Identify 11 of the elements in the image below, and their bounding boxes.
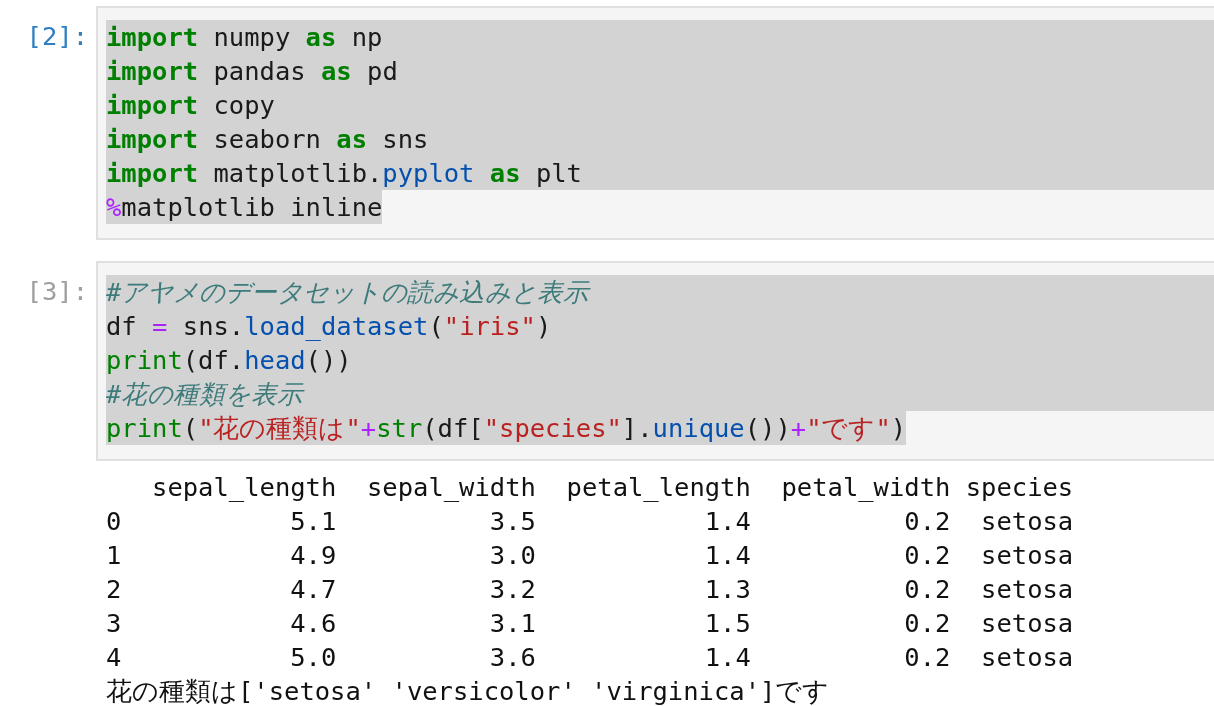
cell-prompt: [3]: [25, 275, 89, 308]
output-line: 1 4.9 3.0 1.4 0.2 setosa [106, 539, 1075, 572]
output-line: 2 4.7 3.2 1.3 0.2 setosa [106, 573, 1075, 606]
output-line: 0 5.1 3.5 1.4 0.2 setosa [106, 505, 1075, 538]
code-cell[interactable]: #アヤメのデータセットの読み込みと表示 df = sns.load_dataset("iris") print(df.head()) #花の種類を表示 print("花の種類は"+str(df["species"].unique())+"です") [96, 261, 1214, 461]
output-line: 花の種類は['setosa' 'versicolor' 'virginica']です [106, 675, 831, 706]
cell-prompt: [2]: [25, 20, 89, 53]
code-cell[interactable]: import numpy as np import pandas as pd import copy import seaborn as sns import matplotlib.pyplot as plt %matplotlib inline [96, 6, 1214, 240]
output-line: 4 5.0 3.6 1.4 0.2 setosa [106, 641, 1075, 674]
output-line: 3 4.6 3.1 1.5 0.2 setosa [106, 607, 1075, 640]
output-line: sepal_length sepal_width petal_length petal_width species [151, 471, 1075, 504]
